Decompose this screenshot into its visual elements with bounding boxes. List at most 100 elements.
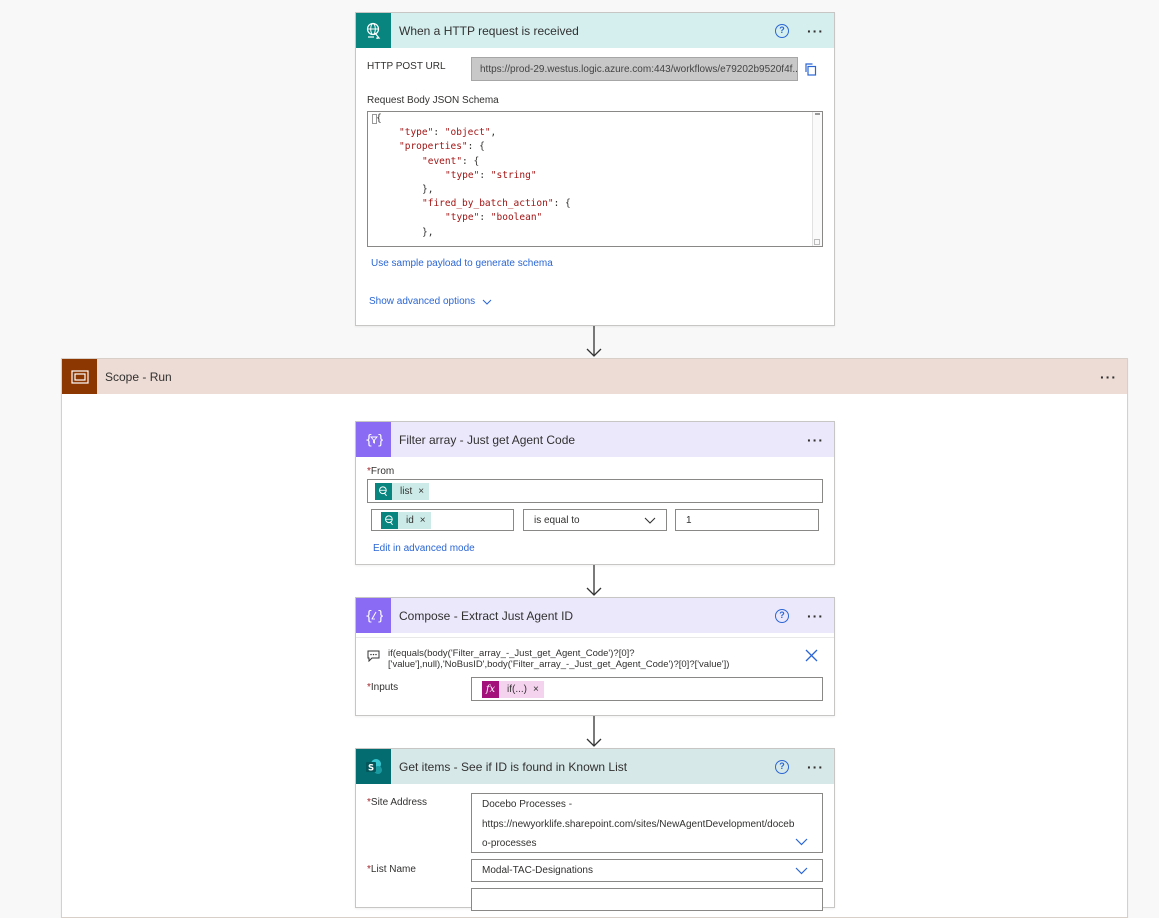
comment-icon xyxy=(367,650,380,662)
globe-icon xyxy=(381,511,398,529)
filter-array-card: {} Filter array - Just get Agent Code ··… xyxy=(355,421,835,565)
schema-code-line: "type": "object", xyxy=(399,127,497,139)
get-items-card: S Get items - See if ID is found in Know… xyxy=(355,748,835,911)
http-trigger-title: When a HTTP request is received xyxy=(399,23,579,38)
from-field[interactable]: list × xyxy=(367,479,823,503)
schema-code-line: }, xyxy=(376,183,571,197)
filter-more-options-icon[interactable]: ··· xyxy=(807,432,824,448)
expression-preview: if(equals(body('Filter_array_-_Just_get_… xyxy=(356,637,834,671)
condition-left-field[interactable]: id × xyxy=(371,509,514,531)
schema-key: "properties" xyxy=(399,141,468,153)
list-name-value: Modal-TAC-Designations xyxy=(482,865,593,876)
svg-text:S: S xyxy=(368,763,374,773)
schema-code-line: "fired_by_batch_action": { xyxy=(376,197,571,211)
list-name-dropdown[interactable]: Modal-TAC-Designations xyxy=(471,859,823,882)
chevron-down-icon xyxy=(795,838,808,846)
globe-icon xyxy=(375,482,392,500)
schema-code-line: "type": "boolean" xyxy=(445,212,543,224)
scope-more-options-icon[interactable]: ··· xyxy=(1100,369,1117,385)
id-token[interactable]: id × xyxy=(381,511,431,529)
schema-code-line: }, xyxy=(376,226,571,240)
schema-code-line: "event": { xyxy=(376,155,571,169)
schema-value: "boolean" xyxy=(490,212,543,224)
show-advanced-options-text: Show advanced options xyxy=(369,296,476,307)
http-post-url-value: https://prod-29.westus.logic.azure.com:4… xyxy=(480,63,798,75)
sample-payload-link[interactable]: Use sample payload to generate schema xyxy=(371,258,553,269)
inputs-field[interactable]: fx if(...) × xyxy=(471,677,823,701)
help-icon[interactable]: ? xyxy=(775,608,789,623)
http-trigger-card: When a HTTP request is received ? ··· HT… xyxy=(355,12,835,326)
schema-punct: }, xyxy=(422,226,434,238)
schema-value: "object" xyxy=(444,127,491,139)
globe-icon xyxy=(356,13,391,48)
editor-scrollbar[interactable] xyxy=(812,112,822,246)
edit-advanced-mode-link[interactable]: Edit in advanced mode xyxy=(373,543,475,554)
filter-array-title: Filter array - Just get Agent Code xyxy=(399,432,576,447)
remove-token-icon[interactable]: × xyxy=(418,486,424,497)
http-post-url-field[interactable]: https://prod-29.westus.logic.azure.com:4… xyxy=(471,57,798,81)
inputs-label: *Inputs xyxy=(367,682,399,693)
schema-editor[interactable]: {"type": "object", "properties": {"event"… xyxy=(367,111,823,247)
svg-text:}: } xyxy=(377,433,383,448)
chevron-down-icon xyxy=(644,517,656,524)
fx-icon: fx xyxy=(482,680,499,698)
svg-text:{: { xyxy=(365,609,373,624)
compose-header[interactable]: {} Compose - Extract Just Agent ID ? ··· xyxy=(356,598,834,633)
more-options-icon[interactable]: ··· xyxy=(807,23,824,39)
scope-icon xyxy=(62,359,97,394)
schema-label: Request Body JSON Schema xyxy=(367,95,499,106)
site-address-line-2: https://newyorklife.sharepoint.com/sites… xyxy=(482,819,795,830)
copy-icon[interactable] xyxy=(805,63,817,76)
expression-line-2: ['value'],null),'NoBusID',body('Filter_a… xyxy=(388,659,730,670)
flow-arrow-icon xyxy=(586,326,602,357)
flow-arrow-icon xyxy=(586,716,602,747)
from-label: *From xyxy=(367,466,395,477)
compose-more-options-icon[interactable]: ··· xyxy=(807,608,824,624)
compose-title: Compose - Extract Just Agent ID xyxy=(399,608,574,623)
schema-code-line: "type": "string" xyxy=(445,169,537,181)
compose-card: {} Compose - Extract Just Agent ID ? ···… xyxy=(355,597,835,716)
schema-key: "type" xyxy=(445,212,480,224)
site-address-line-3: o-processes xyxy=(482,838,537,849)
get-items-title: Get items - See if ID is found in Known … xyxy=(399,759,628,774)
expression-token[interactable]: fx if(...) × xyxy=(482,680,544,698)
help-icon[interactable]: ? xyxy=(775,759,789,774)
chevron-down-icon xyxy=(482,299,492,305)
schema-punct: }, xyxy=(422,184,434,196)
site-address-label: *Site Address xyxy=(367,797,428,808)
scope-header[interactable]: Scope - Run ··· xyxy=(62,359,1127,394)
operator-dropdown[interactable]: is equal to xyxy=(523,509,667,531)
condition-right-field[interactable]: 1 xyxy=(675,509,819,531)
chevron-down-icon xyxy=(795,867,808,875)
data-operation-icon: {} xyxy=(356,422,391,457)
sharepoint-icon: S xyxy=(356,749,391,784)
get-items-more-options-icon[interactable]: ··· xyxy=(807,759,824,775)
schema-key: "type" xyxy=(399,127,434,139)
get-items-header[interactable]: S Get items - See if ID is found in Know… xyxy=(356,749,834,784)
site-address-dropdown[interactable]: Docebo Processes - https://newyorklife.s… xyxy=(471,793,823,853)
remove-token-icon[interactable]: × xyxy=(420,515,426,526)
schema-punct: , xyxy=(490,127,497,139)
from-token[interactable]: list × xyxy=(375,482,430,500)
schema-punct: : { xyxy=(462,155,480,167)
compose-icon: {} xyxy=(356,598,391,633)
filter-array-header[interactable]: {} Filter array - Just get Agent Code ··… xyxy=(356,422,834,457)
schema-code-line: "properties": { xyxy=(376,140,571,154)
http-trigger-header[interactable]: When a HTTP request is received ? ··· xyxy=(356,13,834,48)
next-field[interactable] xyxy=(471,888,823,911)
schema-value: "string" xyxy=(490,169,537,181)
id-token-label: id xyxy=(406,514,414,526)
schema-punct: : { xyxy=(467,141,485,153)
flow-arrow-icon xyxy=(586,565,602,596)
show-advanced-options-link[interactable]: Show advanced options xyxy=(369,296,492,307)
schema-key: "type" xyxy=(445,169,480,181)
svg-text:{: { xyxy=(365,433,373,448)
close-icon[interactable] xyxy=(805,649,818,662)
operator-value: is equal to xyxy=(534,514,580,526)
remove-token-icon[interactable]: × xyxy=(533,684,539,695)
schema-key: "fired_by_batch_action" xyxy=(422,198,554,210)
scope-title: Scope - Run xyxy=(105,369,172,384)
help-icon[interactable]: ? xyxy=(775,23,789,38)
condition-right-value: 1 xyxy=(686,514,692,526)
svg-text:}: } xyxy=(377,609,383,624)
